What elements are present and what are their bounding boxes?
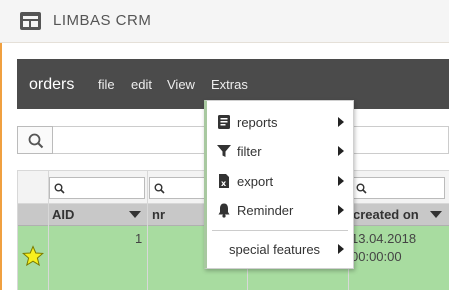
menu-extras[interactable]: Extras: [211, 77, 248, 92]
search-icon: [154, 183, 165, 194]
chevron-down-icon[interactable]: [430, 211, 442, 218]
cell-aid: 1: [135, 231, 143, 246]
menu-item-label: Reminder: [237, 203, 294, 218]
chevron-right-icon: [338, 117, 344, 127]
chevron-right-icon: [338, 244, 344, 254]
column-header-nr[interactable]: nr: [152, 207, 165, 222]
menu-edit[interactable]: edit: [131, 77, 152, 92]
filter-input-aid[interactable]: [49, 177, 145, 199]
menu-view[interactable]: View: [167, 77, 195, 92]
search-icon: [356, 183, 367, 194]
menu-item-label: export: [237, 174, 274, 189]
cell-created-on-time: 00:00:00: [351, 249, 402, 264]
menu-item-export[interactable]: x export: [207, 168, 354, 194]
chevron-right-icon: [338, 205, 344, 215]
filter-icon: [217, 145, 231, 157]
menu-item-reports[interactable]: reports: [207, 109, 354, 135]
menu-item-label: reports: [237, 115, 278, 130]
accent-divider: [0, 43, 2, 290]
table-grid-icon: [20, 12, 41, 30]
menu-divider: [212, 230, 348, 231]
menu-item-reminder[interactable]: Reminder: [207, 197, 354, 223]
search-button[interactable]: [17, 126, 53, 154]
app-title: LIMBAS CRM: [53, 12, 152, 29]
app-header: LIMBAS CRM: [0, 0, 449, 43]
menu-item-special-features[interactable]: special features: [207, 236, 354, 262]
chevron-down-icon[interactable]: [129, 211, 141, 218]
excel-export-icon: x: [219, 174, 229, 188]
menu-item-label: special features: [229, 242, 321, 257]
report-icon: [218, 115, 230, 129]
extras-dropdown-menu: reports filter x export Reminder special…: [204, 100, 354, 269]
column-divider: [48, 170, 49, 290]
svg-text:x: x: [221, 179, 227, 188]
bell-icon: [218, 203, 230, 218]
star-icon[interactable]: [22, 245, 44, 267]
cell-created-on-date: 13.04.2018: [351, 231, 417, 246]
chevron-right-icon: [338, 176, 344, 186]
filter-input-created-on[interactable]: [351, 177, 445, 199]
chevron-right-icon: [338, 146, 344, 156]
menu-item-label: filter: [237, 144, 262, 159]
column-header-created-on[interactable]: created on: [353, 207, 419, 222]
menu-item-filter[interactable]: filter: [207, 138, 354, 164]
column-divider: [17, 170, 18, 290]
column-divider: [147, 170, 148, 290]
search-icon: [28, 133, 44, 149]
search-icon: [54, 183, 65, 194]
column-header-aid[interactable]: AID: [52, 207, 74, 222]
menu-file[interactable]: file: [98, 77, 115, 92]
module-title: orders: [29, 76, 75, 93]
